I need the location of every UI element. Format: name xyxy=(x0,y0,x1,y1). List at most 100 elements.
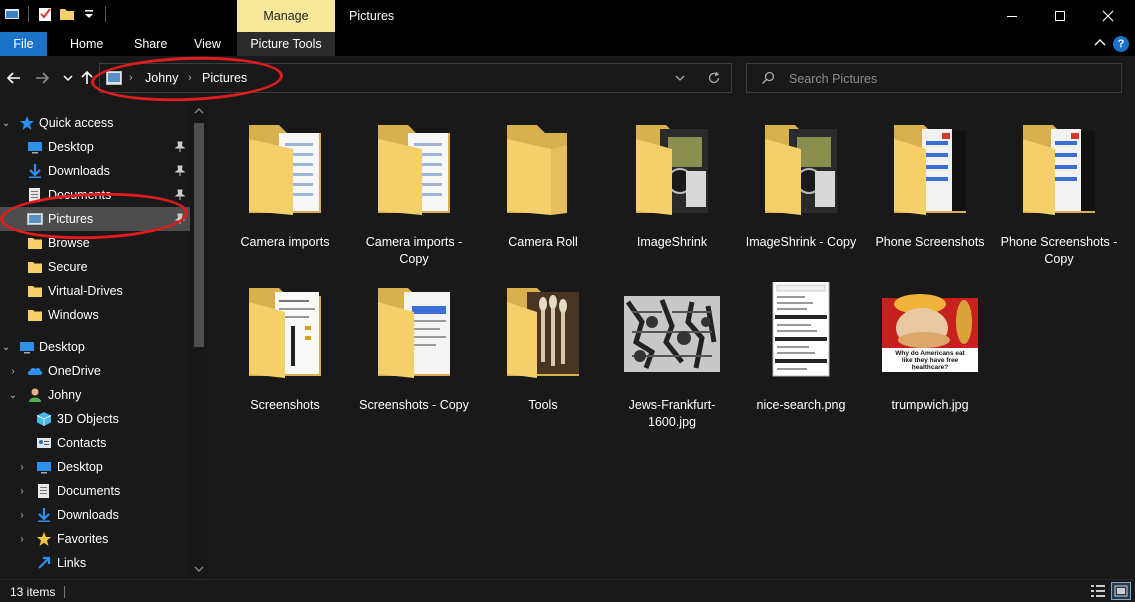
window-title: Pictures xyxy=(349,9,395,23)
nav-item-user-documents[interactable]: › Documents xyxy=(0,479,190,503)
toolbar-divider xyxy=(105,6,106,22)
folder-icon xyxy=(765,125,837,215)
address-history-chevron-icon[interactable] xyxy=(674,72,686,84)
file-list: Camera imports Camera imports - Copy Cam… xyxy=(210,101,1135,579)
folder-icon xyxy=(28,286,42,297)
tab-view[interactable]: View xyxy=(194,32,221,56)
scroll-up-icon[interactable] xyxy=(194,107,204,115)
maximize-button[interactable] xyxy=(1037,0,1083,32)
address-bar[interactable]: › Johny › Pictures xyxy=(99,63,732,93)
folder-icon xyxy=(507,125,567,215)
nav-item-3d-objects[interactable]: 3D Objects xyxy=(0,407,190,431)
nav-item-downloads[interactable]: Downloads xyxy=(0,159,190,183)
collapse-chevron-icon[interactable]: ⌄ xyxy=(0,342,12,353)
file-name: Camera imports - Copy xyxy=(365,235,463,266)
tab-home[interactable]: Home xyxy=(70,32,103,56)
nav-scrollbar[interactable] xyxy=(190,101,208,579)
search-input[interactable] xyxy=(789,70,1089,88)
folder-icon xyxy=(28,238,42,249)
nav-item-favorites[interactable]: › Favorites xyxy=(0,527,190,551)
properties-icon[interactable] xyxy=(37,6,53,22)
scrollbar-thumb[interactable] xyxy=(194,123,204,347)
ribbon-tabs: File Home Share View Picture Tools ? xyxy=(0,32,1135,56)
large-icons-view-button[interactable] xyxy=(1111,582,1131,600)
expand-chevron-icon[interactable]: › xyxy=(7,366,19,377)
expand-chevron-icon[interactable]: › xyxy=(16,534,28,545)
breadcrumb-chevron-icon[interactable]: › xyxy=(129,64,133,92)
pin-icon[interactable] xyxy=(174,165,186,177)
downloads-icon xyxy=(38,508,50,522)
file-name: ImageShrink xyxy=(636,235,708,249)
customize-toolbar-icon[interactable] xyxy=(81,6,97,22)
folder-icon xyxy=(378,288,450,378)
nav-item-desktop-root[interactable]: ⌄ Desktop xyxy=(0,335,190,359)
recent-locations-chevron-icon[interactable] xyxy=(60,70,76,86)
nav-item-user-johny[interactable]: ⌄ Johny xyxy=(0,383,190,407)
nav-item-virtual-drives[interactable]: Virtual-Drives xyxy=(0,279,190,303)
tab-file[interactable]: File xyxy=(0,32,47,56)
file-name: ImageShrink - Copy xyxy=(745,235,857,249)
close-button[interactable] xyxy=(1085,0,1131,32)
minimize-icon xyxy=(1007,16,1017,17)
scroll-down-icon[interactable] xyxy=(194,565,204,573)
file-name: Phone Screenshots - Copy xyxy=(1000,235,1118,266)
contacts-icon xyxy=(37,438,51,448)
new-folder-icon[interactable] xyxy=(59,6,75,22)
breadcrumb-chevron-icon[interactable]: › xyxy=(188,64,192,92)
expand-ribbon-icon[interactable] xyxy=(1093,36,1107,50)
pictures-icon xyxy=(106,71,122,85)
3d-objects-icon xyxy=(36,412,52,426)
file-name: Camera Roll xyxy=(508,235,578,249)
details-view-icon[interactable] xyxy=(1090,584,1106,598)
close-icon xyxy=(1102,10,1114,22)
collapse-chevron-icon[interactable]: ⌄ xyxy=(0,118,12,129)
nav-item-documents[interactable]: Documents xyxy=(0,183,190,207)
status-bar: 13 items xyxy=(0,579,1135,602)
manage-tab[interactable]: Manage xyxy=(237,0,335,32)
minimize-button[interactable] xyxy=(989,0,1035,32)
star-icon xyxy=(20,116,34,130)
forward-arrow-icon[interactable] xyxy=(34,70,50,86)
documents-icon xyxy=(38,484,49,498)
expand-chevron-icon[interactable]: › xyxy=(16,486,28,497)
nav-item-contacts[interactable]: Contacts xyxy=(0,431,190,455)
up-arrow-icon[interactable] xyxy=(79,70,95,86)
folder-icon xyxy=(28,262,42,273)
desktop-icon xyxy=(28,142,42,154)
nav-item-secure[interactable]: Secure xyxy=(0,255,190,279)
folder-icon xyxy=(249,288,321,378)
nav-item-pictures[interactable]: Pictures xyxy=(0,207,190,231)
file-name: Screenshots - Copy xyxy=(359,398,469,412)
search-box[interactable] xyxy=(746,63,1122,93)
pin-icon[interactable] xyxy=(174,189,186,201)
help-icon[interactable]: ? xyxy=(1113,36,1129,52)
nav-item-user-downloads[interactable]: › Downloads xyxy=(0,503,190,527)
large-icons-view-icon xyxy=(1114,585,1128,597)
refresh-icon[interactable] xyxy=(707,71,721,85)
expand-chevron-icon[interactable]: › xyxy=(16,510,28,521)
pin-icon[interactable] xyxy=(174,213,186,225)
nav-item-windows[interactable]: Windows xyxy=(0,303,190,327)
toolbar-divider xyxy=(28,6,29,22)
folder-icon xyxy=(378,125,450,215)
expand-chevron-icon[interactable]: › xyxy=(16,462,28,473)
back-arrow-icon[interactable] xyxy=(6,70,22,86)
file-name: Tools xyxy=(528,398,558,412)
nav-quick-access[interactable]: ⌄ Quick access xyxy=(0,111,190,135)
breadcrumb-johny[interactable]: Johny xyxy=(145,64,178,92)
nav-item-onedrive[interactable]: › OneDrive xyxy=(0,359,190,383)
breadcrumb-pictures[interactable]: Pictures xyxy=(202,64,247,92)
nav-item-browse[interactable]: Browse xyxy=(0,231,190,255)
nav-item-desktop[interactable]: Desktop xyxy=(0,135,190,159)
nav-item-links[interactable]: Links xyxy=(0,551,190,575)
explorer-icon[interactable] xyxy=(4,6,20,22)
item-count: 13 items xyxy=(10,585,56,599)
folder-icon xyxy=(28,310,42,321)
pictures-icon xyxy=(27,213,43,225)
nav-item-user-desktop[interactable]: › Desktop xyxy=(0,455,190,479)
collapse-chevron-icon[interactable]: ⌄ xyxy=(7,390,19,401)
tab-share[interactable]: Share xyxy=(134,32,167,56)
pin-icon[interactable] xyxy=(174,141,186,153)
tab-picture-tools[interactable]: Picture Tools xyxy=(237,32,335,56)
quick-access-toolbar xyxy=(4,6,108,22)
